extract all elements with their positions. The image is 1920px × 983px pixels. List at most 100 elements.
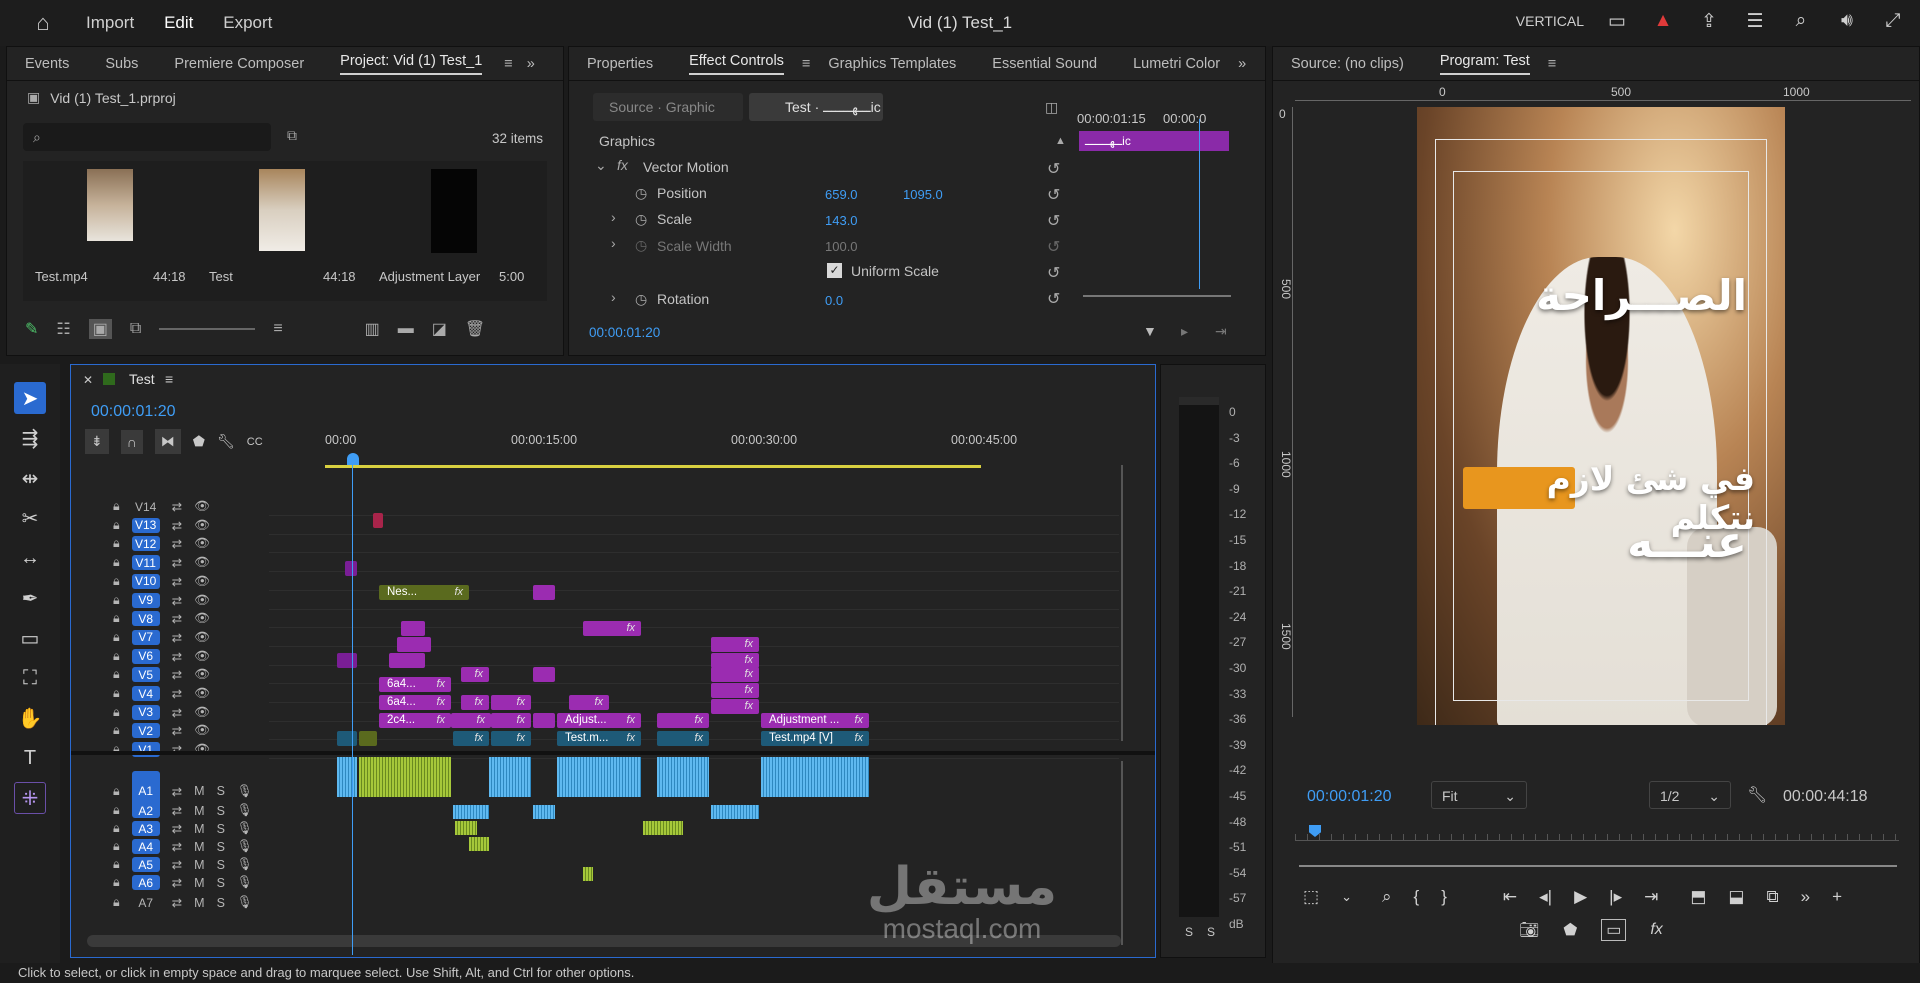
tab-graphics-templates[interactable]: Graphics Templates bbox=[828, 56, 956, 72]
graphic-clip[interactable]: fx bbox=[461, 667, 489, 682]
video-clip[interactable]: fx bbox=[657, 731, 709, 746]
zoom-slider[interactable] bbox=[159, 328, 256, 330]
graphic-clip[interactable] bbox=[401, 621, 425, 636]
lock-icon[interactable]: 🔒︎ bbox=[113, 803, 120, 818]
program-timecode[interactable]: 00:00:01:20 bbox=[1307, 788, 1392, 806]
ec-zoom-scrollbar[interactable] bbox=[1083, 295, 1231, 297]
slip-tool-icon[interactable]: ↔ bbox=[14, 542, 46, 574]
audio-waveform[interactable] bbox=[489, 757, 531, 797]
volume-icon[interactable]: 🔊︎ bbox=[1834, 8, 1860, 34]
track-label[interactable]: A7 bbox=[132, 895, 160, 910]
hand-tool-icon[interactable]: ✋ bbox=[14, 702, 46, 734]
audio-waveform[interactable] bbox=[533, 805, 555, 819]
linked-selection-icon[interactable]: ⧓ bbox=[154, 429, 181, 454]
graphic-clip[interactable]: fx bbox=[711, 667, 759, 682]
lock-icon[interactable]: 🔒︎ bbox=[113, 839, 120, 854]
panel-menu-icon[interactable]: ≡ bbox=[504, 56, 512, 72]
search-icon[interactable]: ⌕ bbox=[1788, 8, 1814, 34]
audio-waveform[interactable] bbox=[455, 821, 477, 835]
lock-icon[interactable]: 🔒︎ bbox=[113, 821, 120, 836]
reset-icon[interactable]: ↺ bbox=[1047, 185, 1060, 205]
ec-playhead[interactable] bbox=[1199, 119, 1200, 289]
graphic-clip[interactable]: fx bbox=[711, 683, 759, 698]
new-item-icon[interactable]: ◪ bbox=[432, 319, 447, 339]
eye-icon[interactable]: 👁︎ bbox=[194, 630, 210, 645]
eye-icon[interactable]: 👁︎ bbox=[194, 499, 210, 514]
track-lane[interactable] bbox=[269, 571, 1119, 573]
track-label[interactable]: V8 bbox=[131, 611, 160, 627]
mute-button[interactable]: M bbox=[194, 896, 204, 910]
lift-icon[interactable]: ⬒ bbox=[1690, 887, 1706, 907]
track-label[interactable]: V7 bbox=[131, 629, 160, 645]
solo-button[interactable]: S bbox=[217, 876, 225, 890]
graphic-clip[interactable]: fx bbox=[711, 653, 759, 668]
sync-lock-icon[interactable]: ⇄ bbox=[172, 803, 182, 818]
toggle-timeline-icon[interactable]: ◫ bbox=[1045, 99, 1058, 116]
tab-program[interactable]: Program: Test bbox=[1439, 53, 1530, 75]
sync-lock-icon[interactable]: ⇄ bbox=[172, 649, 182, 664]
position-x-value[interactable]: 659.0 bbox=[825, 187, 858, 202]
graphic-clip[interactable] bbox=[533, 713, 555, 728]
chevron-down-icon[interactable]: ⌄ bbox=[1341, 889, 1352, 905]
timeline-playhead-head[interactable] bbox=[347, 453, 359, 465]
more-panels-icon[interactable]: » bbox=[527, 56, 535, 72]
solo-button[interactable]: S bbox=[217, 896, 225, 910]
work-area-bar[interactable] bbox=[325, 465, 981, 468]
export-icon[interactable]: ⇥ bbox=[1215, 323, 1227, 340]
expand-icon[interactable]: › bbox=[611, 235, 616, 251]
mute-button[interactable]: M bbox=[194, 876, 204, 890]
nest-icon[interactable]: ⇟ bbox=[85, 429, 109, 454]
tab-essential-sound[interactable]: Essential Sound bbox=[992, 56, 1097, 72]
track-lane[interactable] bbox=[269, 627, 1119, 629]
sync-lock-icon[interactable]: ⇄ bbox=[172, 593, 182, 608]
video-preview[interactable]: الصـــراحة في شئ لازم نتكلم عنـــه bbox=[1417, 107, 1785, 725]
type-tool-icon[interactable]: T bbox=[14, 742, 46, 774]
trash-icon[interactable]: 🗑︎ bbox=[465, 319, 485, 339]
track-label[interactable]: A2 bbox=[131, 803, 160, 818]
lock-icon[interactable]: 🔒︎ bbox=[113, 555, 120, 570]
video-clip[interactable]: fx bbox=[491, 731, 531, 746]
go-to-out-icon[interactable]: ⇥ bbox=[1644, 887, 1658, 907]
track-label[interactable]: A3 bbox=[131, 821, 160, 836]
tab-project[interactable]: Project: Vid (1) Test_1 bbox=[340, 53, 483, 75]
track-label[interactable]: A4 bbox=[131, 839, 160, 854]
eye-icon[interactable]: 👁︎ bbox=[194, 667, 210, 682]
mark-in-icon[interactable]: { bbox=[1414, 887, 1420, 907]
go-to-in-icon[interactable]: ⇤ bbox=[1503, 887, 1517, 907]
thumb-test-mp4[interactable] bbox=[87, 169, 133, 241]
stopwatch-icon[interactable]: ◷ bbox=[635, 211, 647, 228]
position-y-value[interactable]: 1095.0 bbox=[903, 187, 943, 202]
track-label[interactable]: V11 bbox=[131, 555, 160, 571]
track-lane[interactable] bbox=[269, 608, 1119, 610]
audio-waveform[interactable] bbox=[657, 757, 709, 797]
rotation-value[interactable]: 0.0 bbox=[825, 293, 843, 308]
graphic-clip[interactable] bbox=[337, 653, 357, 668]
audio-waveform[interactable] bbox=[557, 757, 641, 797]
tab-events[interactable]: Events bbox=[25, 56, 69, 72]
track-label[interactable]: V4 bbox=[131, 686, 160, 701]
graphic-clip[interactable] bbox=[533, 667, 555, 682]
track-label[interactable]: V14 bbox=[132, 499, 160, 514]
solo-right[interactable]: S bbox=[1207, 925, 1215, 939]
vertical-label[interactable]: VERTICAL bbox=[1516, 13, 1584, 29]
video-clip[interactable] bbox=[337, 731, 357, 746]
generative-tool-icon[interactable]: ⁜ bbox=[14, 782, 46, 814]
audio-waveform[interactable] bbox=[643, 821, 683, 835]
expand-icon[interactable]: › bbox=[611, 209, 616, 225]
stopwatch-icon[interactable]: ◷ bbox=[635, 185, 647, 202]
sync-lock-icon[interactable]: ⇄ bbox=[172, 630, 182, 645]
play-audio-icon[interactable]: ▸ bbox=[1181, 323, 1188, 340]
video-clip[interactable]: Test.mp4 [V] fx bbox=[761, 731, 869, 746]
solo-button[interactable]: S bbox=[217, 804, 225, 818]
sync-lock-icon[interactable]: ⇄ bbox=[172, 611, 182, 626]
rectangle-tool-icon[interactable]: ▭ bbox=[14, 622, 46, 654]
solo-button[interactable]: S bbox=[217, 822, 225, 836]
mute-button[interactable]: M bbox=[194, 784, 204, 798]
safe-margins-icon[interactable]: ⬚ bbox=[1303, 887, 1319, 907]
lock-icon[interactable]: 🔒︎ bbox=[113, 705, 120, 720]
scale-value[interactable]: 143.0 bbox=[825, 213, 858, 228]
track-label[interactable]: V12 bbox=[131, 536, 160, 552]
track-lane[interactable] bbox=[269, 515, 1119, 516]
play-icon[interactable]: ▶ bbox=[1574, 887, 1587, 907]
lock-icon[interactable]: 🔒︎ bbox=[113, 667, 120, 682]
